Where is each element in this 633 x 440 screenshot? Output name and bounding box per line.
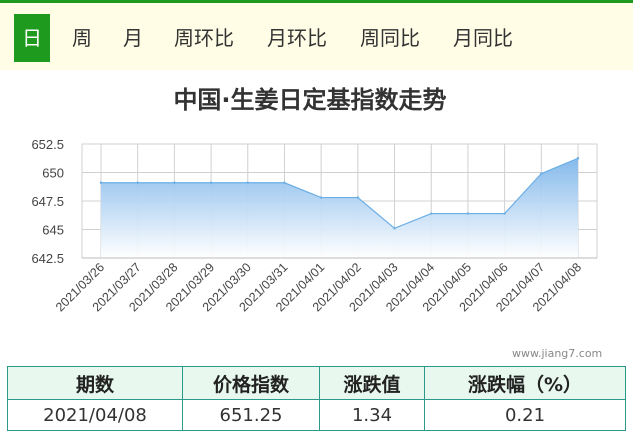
data-point: [540, 172, 543, 175]
table-header-row: 期数 价格指数 涨跌值 涨跌幅（%）: [7, 366, 626, 400]
cell-period: 2021/04/08: [7, 399, 183, 431]
y-tick-label: 650: [42, 166, 64, 181]
cell-change-percent: 0.21: [424, 399, 626, 431]
data-point: [283, 181, 286, 184]
data-point: [319, 196, 323, 199]
data-point: [503, 212, 506, 215]
index-summary-table: 期数 价格指数 涨跌值 涨跌幅（%） 2021/04/08 651.25 1.3…: [7, 366, 626, 431]
data-point: [173, 181, 176, 184]
data-point: [393, 227, 396, 230]
site-watermark: www.jiang7.com: [512, 347, 603, 360]
data-point: [356, 196, 360, 199]
header-price-index: 价格指数: [182, 366, 320, 400]
header-period: 期数: [7, 366, 183, 400]
header-change-percent: 涨跌幅（%）: [424, 366, 626, 400]
data-point: [576, 157, 580, 160]
tab-month[interactable]: 月: [123, 14, 143, 62]
tab-month-year-on-year[interactable]: 月同比: [453, 14, 513, 62]
data-point: [246, 181, 249, 184]
y-tick-label: 645: [42, 223, 64, 238]
data-point: [99, 181, 103, 184]
table-row: 2021/04/08 651.25 1.34 0.21: [7, 399, 626, 431]
series-area-fill: [101, 158, 578, 258]
cell-price-index: 651.25: [182, 399, 320, 431]
chart-title: 中国·生姜日定基指数走势: [173, 86, 447, 114]
period-tab-bar: 日 周 月 周环比 月环比 周同比 月同比: [0, 0, 633, 70]
header-change-value: 涨跌值: [319, 366, 425, 400]
tab-day[interactable]: 日: [14, 14, 50, 62]
data-point: [209, 181, 213, 184]
tab-week[interactable]: 周: [72, 14, 92, 62]
tab-week-on-week[interactable]: 周环比: [174, 14, 234, 62]
tab-month-on-month[interactable]: 月环比: [267, 14, 327, 62]
data-point: [466, 212, 470, 215]
data-point: [430, 212, 433, 215]
y-tick-label: 642.5: [31, 251, 64, 266]
tab-week-year-on-year[interactable]: 周同比: [360, 14, 420, 62]
y-tick-label: 647.5: [31, 194, 64, 209]
cell-change-value: 1.34: [319, 399, 425, 431]
index-trend-chart: 642.5645647.5650652.52021/03/262021/03/2…: [31, 137, 598, 314]
y-tick-label: 652.5: [31, 137, 64, 152]
data-point: [136, 181, 139, 184]
